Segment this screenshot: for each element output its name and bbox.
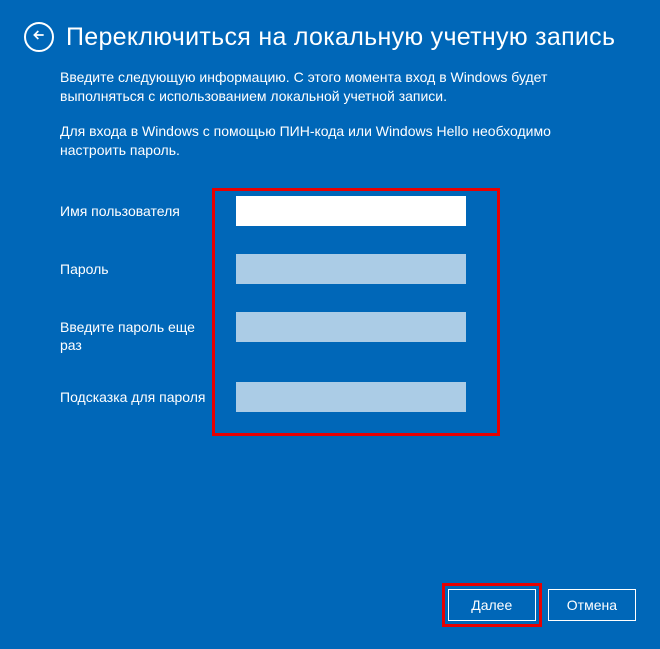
row-password: Пароль (60, 254, 600, 284)
description-line-2: Для входа в Windows с помощью ПИН-кода и… (60, 122, 600, 160)
confirm-password-input[interactable] (236, 312, 466, 342)
row-hint: Подсказка для пароля (60, 382, 600, 412)
password-input[interactable] (236, 254, 466, 284)
label-confirm: Введите пароль еще раз (60, 312, 210, 354)
next-button-wrapper: Далее (448, 589, 536, 621)
button-bar: Далее Отмена (448, 589, 636, 621)
arrow-left-icon (31, 27, 47, 48)
next-button[interactable]: Далее (448, 589, 536, 621)
label-hint: Подсказка для пароля (60, 382, 210, 406)
row-username: Имя пользователя (60, 196, 600, 226)
form-area: Имя пользователя Пароль Введите пароль е… (60, 196, 600, 412)
cancel-button[interactable]: Отмена (548, 589, 636, 621)
content: Введите следующую информацию. С этого мо… (0, 60, 660, 412)
row-confirm: Введите пароль еще раз (60, 312, 600, 354)
password-hint-input[interactable] (236, 382, 466, 412)
page-title: Переключиться на локальную учетную запис… (66, 23, 615, 52)
label-username: Имя пользователя (60, 196, 210, 220)
description-line-1: Введите следующую информацию. С этого мо… (60, 68, 600, 106)
label-password: Пароль (60, 254, 210, 278)
back-button[interactable] (24, 22, 54, 52)
header: Переключиться на локальную учетную запис… (0, 0, 660, 60)
username-input[interactable] (236, 196, 466, 226)
